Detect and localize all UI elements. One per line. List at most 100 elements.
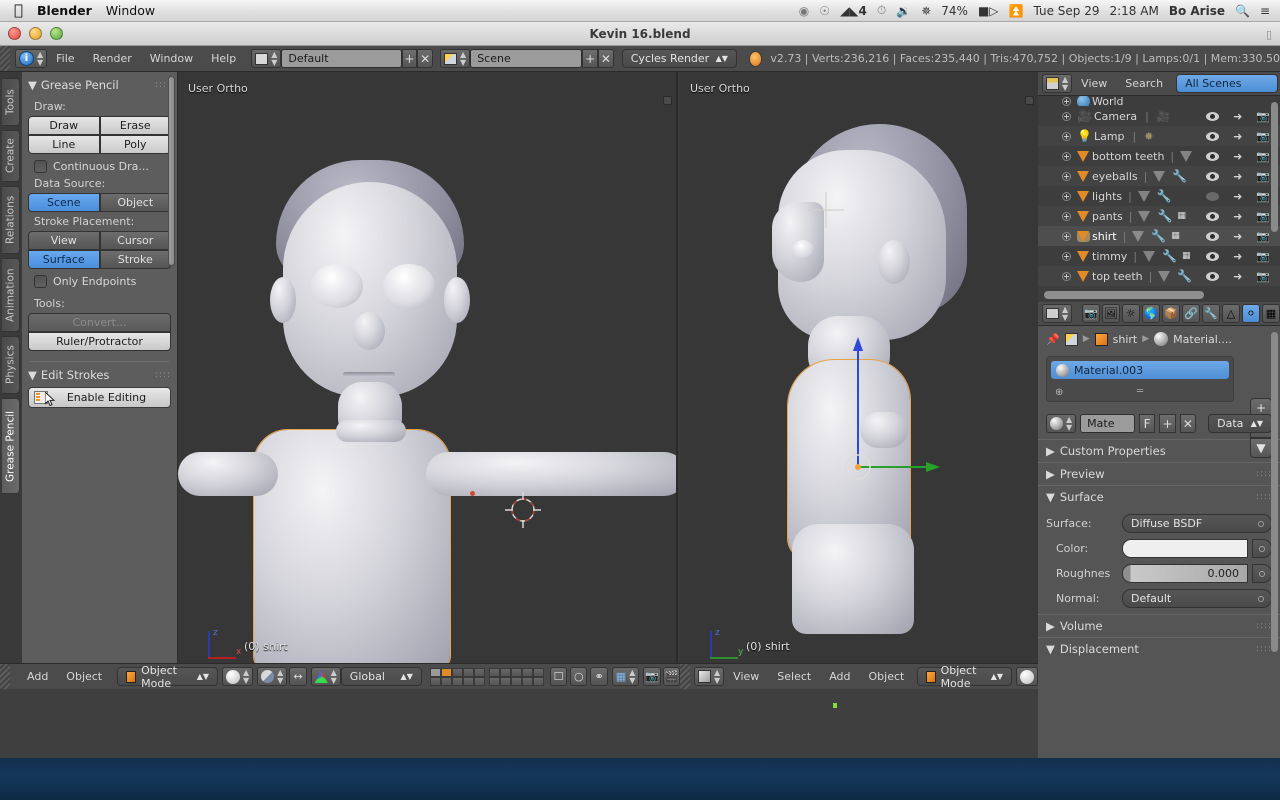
properties-editor-type-selector[interactable]: ▲ ▼: [1042, 304, 1073, 323]
selectability-toggle-icon[interactable]: ➜: [1233, 110, 1242, 123]
selectability-toggle-icon[interactable]: ➜: [1233, 210, 1242, 223]
spotlight-search-icon[interactable]: 🔍: [1235, 4, 1250, 18]
menu-window[interactable]: Window: [141, 52, 202, 65]
stroke-placement-cursor-button[interactable]: Cursor: [99, 231, 171, 250]
expand-icon[interactable]: [1062, 171, 1071, 181]
expand-icon[interactable]: [1062, 271, 1071, 281]
renderability-toggle-icon[interactable]: 📷: [1256, 230, 1270, 243]
outliner-row-top-teeth[interactable]: top teeth | 🔧 ➜ 📷: [1038, 266, 1280, 286]
outliner-row-camera[interactable]: 🎥 Camera | 🎥 ➜ 📷: [1038, 106, 1280, 126]
poly-button[interactable]: Poly: [99, 135, 171, 154]
selectability-toggle-icon[interactable]: ➜: [1233, 170, 1242, 183]
menubar-window-menu[interactable]: Window: [106, 3, 155, 18]
diffuse-color-swatch[interactable]: [1122, 539, 1248, 558]
side-add-menu[interactable]: Add: [820, 670, 859, 683]
renderability-toggle-icon[interactable]: 📷: [1256, 130, 1270, 143]
menubar-time[interactable]: 2:18 AM: [1109, 4, 1158, 18]
delete-scene-button[interactable]: ✕: [597, 49, 614, 68]
add-scene-button[interactable]: +: [582, 49, 598, 68]
selectability-toggle-icon[interactable]: ➜: [1233, 230, 1242, 243]
expand-icon[interactable]: [1062, 231, 1071, 241]
visibility-toggle-icon[interactable]: [1206, 231, 1220, 241]
menu-help[interactable]: Help: [202, 52, 245, 65]
tab-object-data[interactable]: △: [1221, 304, 1240, 323]
breadcrumb-object-name[interactable]: shirt: [1113, 333, 1138, 346]
snap-magnet-button[interactable]: ⚭: [590, 667, 608, 686]
outliner-row-pants[interactable]: pants | 🔧 ▦ ➜ 📷: [1038, 206, 1280, 226]
section-custom-properties[interactable]: ▶ Custom Properties ::::: [1038, 439, 1280, 462]
stroke-placement-surface-button[interactable]: Surface: [28, 250, 100, 269]
only-endpoints-checkbox[interactable]: [34, 275, 47, 288]
selectability-toggle-icon[interactable]: ➜: [1233, 130, 1242, 143]
ruler-protractor-button[interactable]: Ruler/Protractor: [28, 332, 171, 351]
material-specials-menu-button[interactable]: ▼: [1250, 438, 1272, 458]
renderability-toggle-icon[interactable]: 📷: [1256, 270, 1270, 283]
menubar-app-name[interactable]: Blender: [37, 3, 92, 18]
wifi-icon[interactable]: ⏫: [1009, 4, 1024, 18]
selectability-toggle-icon[interactable]: ➜: [1233, 270, 1242, 283]
tool-tab-tools[interactable]: Tools: [2, 78, 20, 126]
outliner-vertical-scrollbar[interactable]: [1271, 102, 1278, 232]
creative-cloud-status-icon[interactable]: ◉: [799, 4, 809, 18]
outliner-horizontal-scrollbar[interactable]: [1044, 291, 1204, 299]
outliner-row-lights[interactable]: lights | 🔧 ➜ 📷: [1038, 186, 1280, 206]
battery-percent[interactable]: 74%: [941, 4, 968, 18]
viewport-side[interactable]: User Ortho z y (0) shirt: [680, 72, 1038, 663]
data-source-object-button[interactable]: Object: [99, 193, 171, 212]
fake-user-button[interactable]: F: [1138, 414, 1156, 433]
unlink-material-button[interactable]: ✕: [1179, 414, 1197, 433]
scene-name-field[interactable]: Scene: [470, 49, 583, 68]
section-preview[interactable]: ▶ Preview ::::: [1038, 462, 1280, 485]
tab-scene[interactable]: ☼: [1121, 304, 1140, 323]
stroke-placement-view-button[interactable]: View: [28, 231, 100, 250]
close-button[interactable]: [8, 27, 21, 40]
tab-world[interactable]: 🌎: [1141, 304, 1160, 323]
outliner-row-bottom-teeth[interactable]: bottom teeth | ➜ 📷: [1038, 146, 1280, 166]
enable-editing-button[interactable]: Enable Editing: [28, 387, 171, 408]
renderability-toggle-icon[interactable]: 📷: [1256, 150, 1270, 163]
menubar-user[interactable]: Bo Arise: [1169, 4, 1225, 18]
transform-orientation-field[interactable]: Global ▲▼: [340, 667, 422, 686]
outliner-row-eyeballs[interactable]: eyeballs | 🔧 ➜ 📷: [1038, 166, 1280, 186]
resize-grip-icon[interactable]: ═: [1137, 386, 1143, 397]
apple-menu-icon[interactable]: : [14, 3, 23, 18]
visibility-toggle-icon[interactable]: [1206, 131, 1220, 141]
tool-tab-create[interactable]: Create: [2, 130, 20, 182]
visibility-toggle-icon[interactable]: [1206, 171, 1220, 181]
normal-selector[interactable]: Default: [1122, 589, 1272, 608]
tab-modifiers[interactable]: 🔧: [1201, 304, 1220, 323]
pin-icon[interactable]: 📌: [1046, 333, 1060, 346]
properties-scrollbar[interactable]: [1271, 332, 1278, 652]
visibility-toggle-icon[interactable]: [1206, 271, 1220, 281]
renderability-toggle-icon[interactable]: 📷: [1256, 190, 1270, 203]
view-header-object-menu[interactable]: Object: [57, 670, 111, 683]
render-opengl-viewport-button[interactable]: 📷: [643, 667, 661, 686]
visibility-toggle-icon[interactable]: [1206, 251, 1220, 261]
expand-icon[interactable]: [1062, 111, 1071, 121]
tab-object[interactable]: 📦: [1161, 304, 1180, 323]
link-socket-icon[interactable]: [1258, 521, 1264, 527]
outliner-search-menu[interactable]: Search: [1116, 77, 1172, 90]
outliner-editor-type-selector[interactable]: ▲ ▼: [1042, 74, 1073, 93]
tab-texture[interactable]: ▦: [1261, 304, 1280, 323]
expand-icon[interactable]: [1062, 96, 1071, 106]
snap-element-selector[interactable]: ▦ ▲ ▼: [611, 667, 640, 686]
viewport-front[interactable]: User Ortho z x (0) shirt: [178, 72, 678, 663]
timeline-playhead[interactable]: [833, 703, 837, 708]
renderability-toggle-icon[interactable]: 📷: [1256, 250, 1270, 263]
only-endpoints-row[interactable]: Only Endpoints: [34, 275, 171, 288]
visibility-toggle-icon[interactable]: [1206, 211, 1220, 221]
screen-layout-field[interactable]: Default: [281, 49, 402, 68]
tool-tab-relations[interactable]: Relations: [2, 186, 20, 254]
bluetooth-icon[interactable]: ✵: [921, 4, 931, 18]
draw-button[interactable]: Draw: [28, 116, 100, 135]
delete-layout-button[interactable]: ✕: [417, 49, 434, 68]
selectability-toggle-icon[interactable]: ➜: [1233, 250, 1242, 263]
expand-icon[interactable]: [1062, 251, 1071, 261]
object-mode-selector[interactable]: Object Mode ▲▼: [117, 664, 219, 689]
tool-tab-animation[interactable]: Animation: [2, 258, 20, 332]
scene-icon-button[interactable]: ▲ ▼: [440, 49, 471, 68]
section-displacement[interactable]: ▼ Displacement ::::: [1038, 637, 1280, 660]
selectability-toggle-icon[interactable]: ➜: [1233, 190, 1242, 203]
tab-constraints[interactable]: 🔗: [1181, 304, 1200, 323]
